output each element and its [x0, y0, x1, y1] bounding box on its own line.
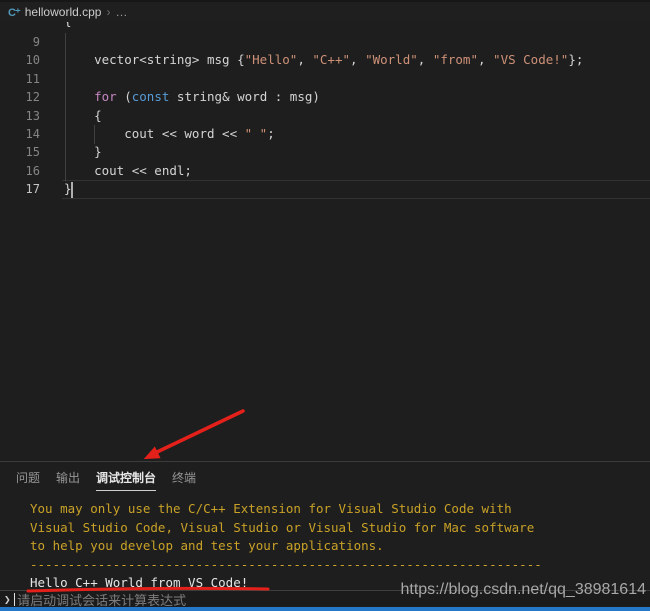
- text-cursor: [71, 182, 73, 198]
- line-number: 9: [32, 35, 40, 49]
- input-placeholder: 请启动调试会话来计算表达式: [17, 592, 187, 608]
- code-editor[interactable]: { 9 10 vector<string> msg {"Hello", "C++"…: [0, 22, 650, 461]
- breadcrumb-file-name[interactable]: helloworld.cpp: [25, 5, 102, 19]
- watermark-url: https://blog.csdn.net/qq_38981614: [400, 581, 646, 598]
- code-line[interactable]: 10 vector<string> msg {"Hello", "C++", "…: [0, 51, 650, 69]
- panel-tab-problems[interactable]: 问题: [16, 464, 40, 490]
- console-warning-line: to help you develop and test your applic…: [30, 538, 384, 553]
- current-line-highlight: [62, 180, 650, 199]
- panel-tab-debug-console[interactable]: 调试控制台: [96, 464, 157, 491]
- line-number: 15: [25, 145, 40, 160]
- code-line[interactable]: 14 cout << word << " ";: [0, 125, 650, 143]
- code-text: {: [64, 107, 102, 123]
- line-number: 12: [25, 90, 40, 105]
- code-lines: 9 10 vector<string> msg {"Hello", "C++", …: [0, 22, 650, 199]
- console-dashed-separator: ----------------------------------------…: [30, 556, 542, 572]
- prompt-chevron-icon: ❯: [4, 592, 11, 606]
- code-line[interactable]: 13 {: [0, 107, 650, 125]
- input-text-cursor: [13, 592, 16, 606]
- code-line[interactable]: 12 for (const string& word : msg): [0, 88, 650, 106]
- breadcrumb-symbol-ellipsis[interactable]: …: [115, 5, 127, 19]
- code-line[interactable]: 9: [0, 33, 650, 51]
- console-warning-line: You may only use the C/C++ Extension for…: [30, 501, 512, 516]
- line-number: 17: [25, 182, 40, 197]
- line-number: 14: [25, 126, 40, 141]
- line-number: 10: [25, 53, 40, 68]
- code-line[interactable]: 11: [0, 70, 650, 88]
- code-line[interactable]: 16 cout << endl;: [0, 162, 650, 180]
- line-number: 11: [25, 71, 40, 86]
- console-warning-line: Visual Studio Code, Visual Studio or Vis…: [30, 519, 535, 535]
- panel-tab-terminal[interactable]: 终端: [172, 464, 196, 490]
- breadcrumb: C⁺ helloworld.cpp › …: [0, 0, 650, 22]
- code-text: vector<string> msg {"Hello", "C++", "Wor…: [64, 52, 584, 68]
- code-line[interactable]: 17}: [0, 180, 650, 199]
- line-number: 13: [25, 108, 40, 123]
- cpp-file-icon: C⁺: [8, 6, 21, 19]
- code-text: cout << word << " ";: [64, 125, 275, 141]
- panel-tab-output[interactable]: 输出: [56, 464, 80, 490]
- code-text: cout << endl;: [64, 162, 192, 178]
- code-text: for (const string& word : msg): [94, 89, 320, 105]
- line-number: 16: [25, 163, 40, 178]
- code-line[interactable]: 15 }: [0, 143, 650, 161]
- code-text: }: [64, 144, 102, 160]
- chevron-right-icon: ›: [106, 5, 111, 19]
- debug-console-output[interactable]: You may only use the C/C++ Extension for…: [0, 493, 650, 589]
- panel-tab-bar: 问题 输出 调试控制台 终端: [0, 462, 650, 492]
- bottom-blue-bar: [0, 607, 650, 611]
